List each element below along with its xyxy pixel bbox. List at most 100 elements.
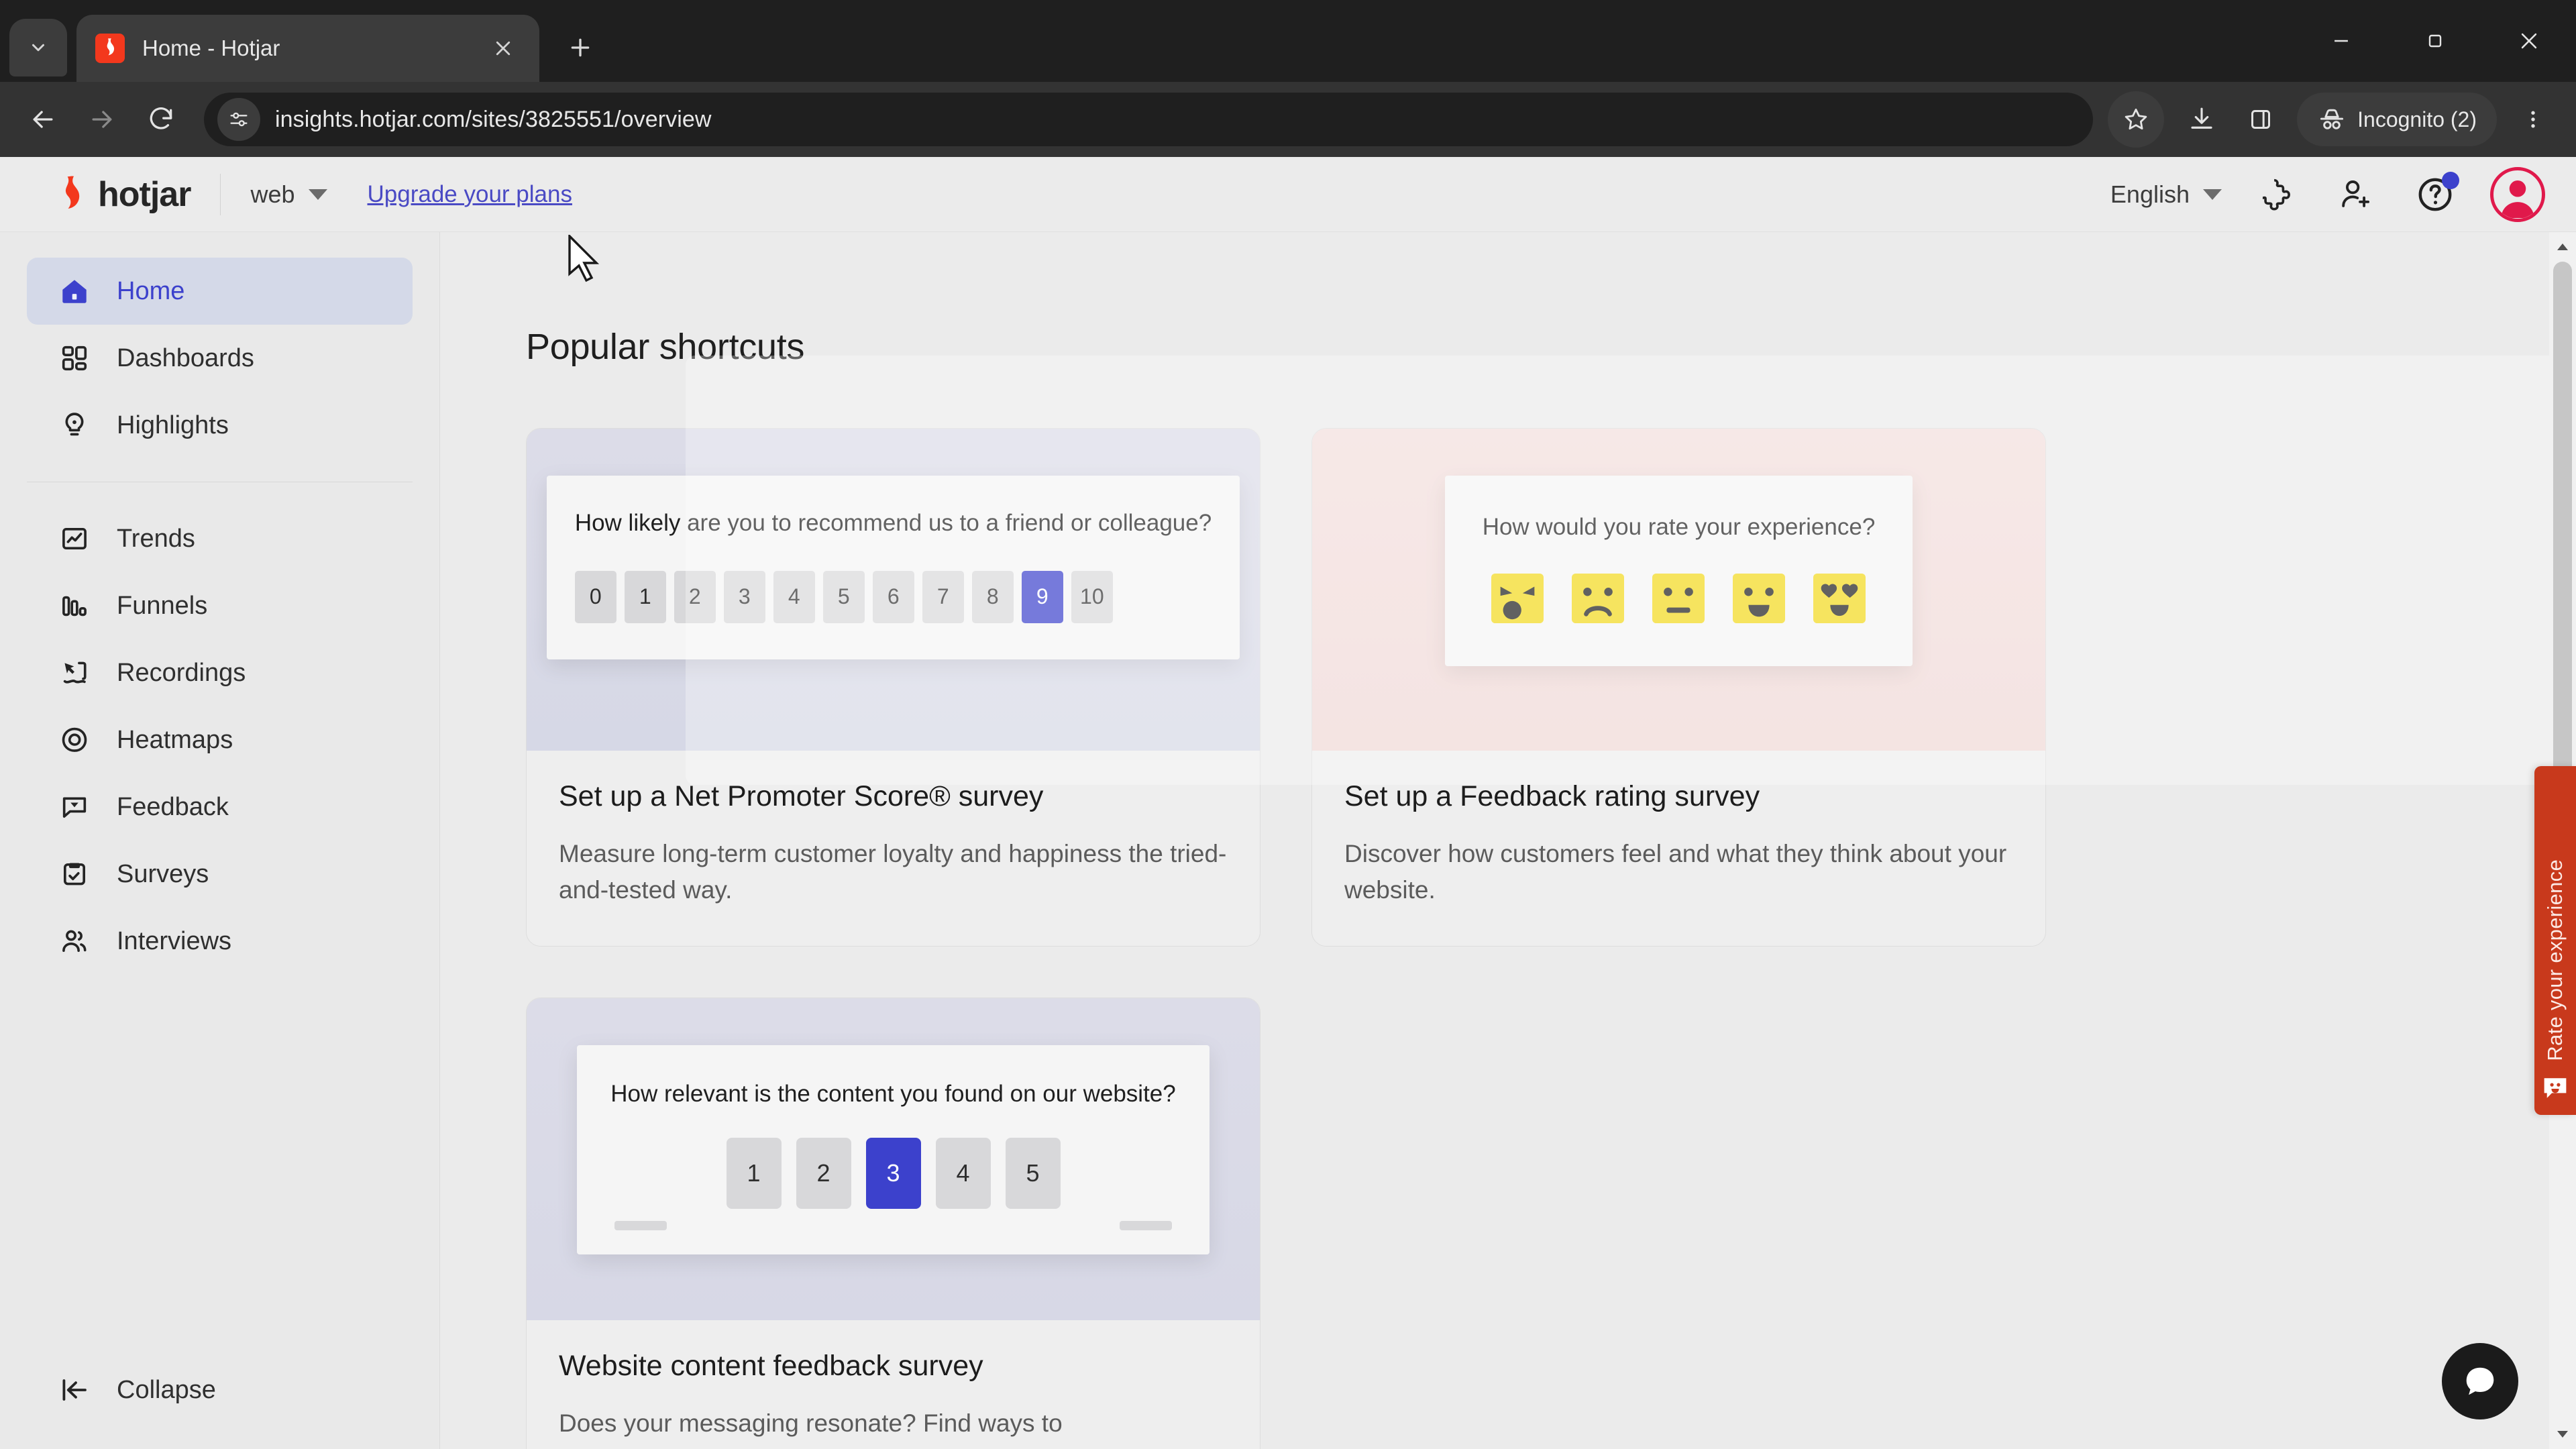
user-avatar-icon (2501, 180, 2534, 218)
scroll-down-button[interactable] (2549, 1421, 2576, 1448)
tune-icon (230, 112, 248, 127)
triangle-down-icon (2557, 1431, 2568, 1438)
recordings-cursor-icon (56, 655, 93, 691)
close-window-button[interactable] (2482, 0, 2576, 82)
nps-option[interactable]: 2 (674, 570, 716, 623)
five-point-option[interactable]: 2 (796, 1137, 851, 1209)
sidebar-item-funnels[interactable]: Funnels (27, 572, 413, 639)
hotjar-logo-text: hotjar (98, 174, 191, 214)
card-description: Discover how customers feel and what the… (1344, 840, 2007, 904)
chevron-down-icon (2203, 189, 2222, 200)
sidebar-item-surveys[interactable]: Surveys (27, 841, 413, 908)
sidebar: Home Dashboards Highlights Trends Funnel… (0, 232, 440, 1449)
chevron-down-icon (308, 189, 327, 200)
back-button[interactable] (15, 91, 71, 148)
incognito-hat-icon (2320, 109, 2344, 129)
site-settings-button[interactable] (217, 98, 260, 141)
side-panel-icon (2251, 110, 2271, 129)
browser-menu-button[interactable] (2505, 91, 2561, 148)
sidebar-item-trends[interactable]: Trends (27, 505, 413, 572)
nps-option[interactable]: 10 (1071, 570, 1113, 623)
rate-experience-tab[interactable]: Rate your experience (2534, 766, 2576, 1115)
browser-tab-active[interactable]: Home - Hotjar (76, 15, 539, 82)
help-button[interactable] (2411, 170, 2459, 219)
sidebar-item-heatmaps[interactable]: Heatmaps (27, 706, 413, 773)
sidebar-collapse-button[interactable]: Collapse (27, 1356, 413, 1424)
browser-tabstrip: Home - Hotjar (0, 0, 2576, 82)
heatmap-icon (56, 722, 93, 758)
angry-emoji[interactable] (1488, 572, 1547, 625)
sidebar-item-feedback[interactable]: Feedback (27, 773, 413, 841)
sidebar-item-recordings[interactable]: Recordings (27, 639, 413, 706)
maximize-button[interactable] (2388, 0, 2482, 82)
minimize-button[interactable] (2294, 0, 2388, 82)
downloads-button[interactable] (2174, 91, 2230, 148)
sidebar-item-label: Feedback (117, 792, 229, 821)
happy-emoji[interactable] (1729, 572, 1788, 625)
sidebar-item-label: Interviews (117, 926, 232, 955)
sidebar-item-dashboards[interactable]: Dashboards (27, 325, 413, 392)
tab-close-button[interactable] (486, 31, 521, 66)
omnibox[interactable]: insights.hotjar.com/sites/3825551/overvi… (204, 93, 2094, 146)
scroll-up-button[interactable] (2549, 233, 2576, 260)
reload-button[interactable] (133, 91, 189, 148)
shortcut-card-feedback-rating[interactable]: How would you rate your experience? Set … (1311, 428, 2046, 947)
neutral-emoji[interactable] (1649, 572, 1708, 625)
new-tab-button[interactable] (557, 24, 604, 71)
language-selector[interactable]: English (2110, 180, 2222, 209)
sidebar-item-label: Heatmaps (117, 725, 233, 754)
shortcut-card-website-content[interactable]: How relevant is the content you found on… (526, 998, 1260, 1449)
sad-emoji[interactable] (1568, 572, 1627, 625)
bookmark-button[interactable] (2108, 91, 2165, 148)
site-selector[interactable]: web (250, 180, 327, 209)
close-icon (496, 41, 511, 56)
incognito-indicator[interactable]: Incognito (2) (2297, 93, 2497, 146)
chat-widget-button[interactable] (2442, 1343, 2518, 1419)
header-divider (220, 173, 221, 215)
side-panel-button[interactable] (2233, 91, 2289, 148)
upgrade-plans-link[interactable]: Upgrade your plans (368, 181, 572, 208)
sidebar-item-home[interactable]: Home (27, 258, 413, 325)
forward-button[interactable] (74, 91, 130, 148)
dashboards-grid-icon (56, 340, 93, 376)
nps-option[interactable]: 6 (872, 570, 914, 623)
sidebar-item-interviews[interactable]: Interviews (27, 908, 413, 975)
heart-eyes-emoji[interactable] (1810, 572, 1869, 625)
sidebar-collapse-label: Collapse (117, 1375, 216, 1404)
five-point-option-selected[interactable]: 3 (865, 1137, 921, 1209)
nps-option[interactable]: 5 (822, 570, 865, 623)
invite-user-button[interactable] (2332, 170, 2380, 219)
address-bar-url[interactable]: insights.hotjar.com/sites/3825551/overvi… (275, 107, 712, 133)
funnels-bars-icon (56, 588, 93, 624)
add-user-icon (2342, 180, 2370, 207)
card-title: Set up a Net Promoter Score® survey (559, 780, 1044, 812)
nps-option[interactable]: 3 (723, 570, 765, 623)
sidebar-item-label: Trends (117, 524, 195, 553)
app-body: Home Dashboards Highlights Trends Funnel… (0, 232, 2576, 1449)
sidebar-item-label: Highlights (117, 411, 229, 439)
nps-option[interactable]: 4 (773, 570, 815, 623)
nps-option-selected[interactable]: 9 (1021, 570, 1063, 623)
scale-label-left-placeholder (614, 1220, 667, 1230)
sidebar-item-highlights[interactable]: Highlights (27, 392, 413, 459)
card-body: Set up a Net Promoter Score® survey Meas… (527, 751, 1260, 947)
hotjar-logo[interactable]: hotjar (54, 174, 191, 215)
five-point-option[interactable]: 1 (726, 1137, 782, 1209)
user-avatar[interactable] (2490, 167, 2545, 222)
nps-option[interactable]: 8 (971, 570, 1014, 623)
nps-option[interactable]: 1 (624, 570, 666, 623)
five-point-option[interactable]: 4 (935, 1137, 991, 1209)
five-point-option[interactable]: 5 (1005, 1137, 1061, 1209)
nps-scale: 0 1 2 3 4 5 6 7 8 9 10 (574, 570, 1212, 623)
hotjar-flame-icon (95, 34, 125, 63)
window-controls (2294, 0, 2576, 82)
nps-option[interactable]: 7 (922, 570, 964, 623)
help-notification-badge (2442, 172, 2459, 189)
tab-search-button[interactable] (9, 19, 67, 76)
shortcut-card-nps[interactable]: How likely are you to recommend us to a … (526, 428, 1260, 947)
scale-label-right-placeholder (1119, 1220, 1172, 1230)
extensions-button[interactable] (2253, 170, 2301, 219)
nps-option[interactable]: 0 (574, 570, 616, 623)
plus-icon (571, 38, 590, 57)
arrow-right-icon (92, 111, 112, 128)
